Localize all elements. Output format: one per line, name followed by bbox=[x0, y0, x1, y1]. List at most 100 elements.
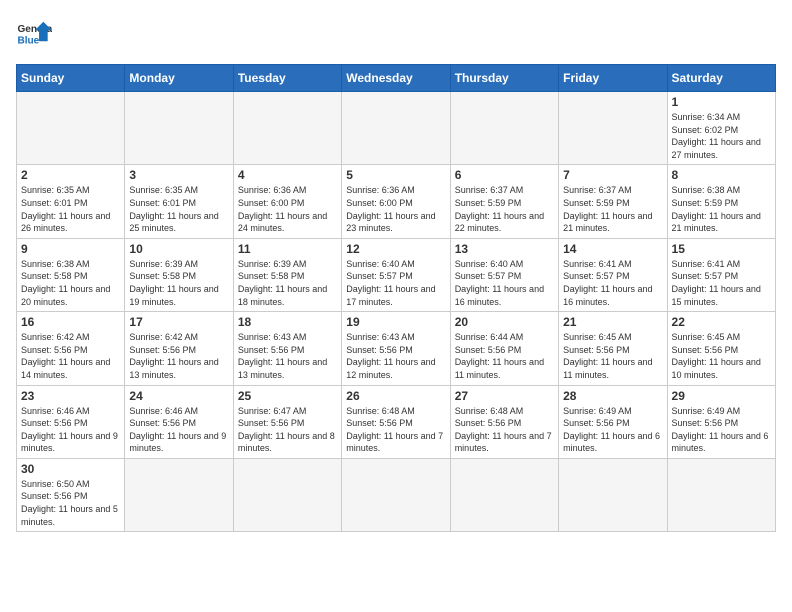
day-info: Sunrise: 6:40 AM Sunset: 5:57 PM Dayligh… bbox=[346, 258, 445, 308]
day-info: Sunrise: 6:39 AM Sunset: 5:58 PM Dayligh… bbox=[129, 258, 228, 308]
calendar-cell bbox=[450, 92, 558, 165]
calendar-cell: 30 Sunrise: 6:50 AM Sunset: 5:56 PM Dayli… bbox=[17, 458, 125, 531]
header: General Blue bbox=[16, 16, 776, 52]
calendar-cell bbox=[17, 92, 125, 165]
day-info: Sunrise: 6:46 AM Sunset: 5:56 PM Dayligh… bbox=[21, 405, 120, 455]
weekday-header-wednesday: Wednesday bbox=[342, 65, 450, 92]
day-info: Sunrise: 6:49 AM Sunset: 5:56 PM Dayligh… bbox=[563, 405, 662, 455]
week-row-5: 23 Sunrise: 6:46 AM Sunset: 5:56 PM Dayli… bbox=[17, 385, 776, 458]
calendar-cell: 2 Sunrise: 6:35 AM Sunset: 6:01 PM Daylig… bbox=[17, 165, 125, 238]
weekday-header-tuesday: Tuesday bbox=[233, 65, 341, 92]
day-number: 5 bbox=[346, 168, 445, 182]
day-number: 12 bbox=[346, 242, 445, 256]
calendar-cell bbox=[233, 458, 341, 531]
calendar-cell: 6 Sunrise: 6:37 AM Sunset: 5:59 PM Daylig… bbox=[450, 165, 558, 238]
day-info: Sunrise: 6:45 AM Sunset: 5:56 PM Dayligh… bbox=[672, 331, 771, 381]
day-info: Sunrise: 6:42 AM Sunset: 5:56 PM Dayligh… bbox=[129, 331, 228, 381]
logo: General Blue bbox=[16, 16, 52, 52]
day-info: Sunrise: 6:45 AM Sunset: 5:56 PM Dayligh… bbox=[563, 331, 662, 381]
calendar-cell: 10Sunrise: 6:39 AM Sunset: 5:58 PM Dayli… bbox=[125, 238, 233, 311]
day-number: 7 bbox=[563, 168, 662, 182]
day-info: Sunrise: 6:41 AM Sunset: 5:57 PM Dayligh… bbox=[563, 258, 662, 308]
calendar-cell bbox=[233, 92, 341, 165]
day-info: Sunrise: 6:35 AM Sunset: 6:01 PM Dayligh… bbox=[21, 184, 120, 234]
day-number: 3 bbox=[129, 168, 228, 182]
day-info: Sunrise: 6:50 AM Sunset: 5:56 PM Dayligh… bbox=[21, 478, 120, 528]
calendar-cell bbox=[125, 92, 233, 165]
day-number: 27 bbox=[455, 389, 554, 403]
calendar-cell: 13 Sunrise: 6:40 AM Sunset: 5:57 PM Dayli… bbox=[450, 238, 558, 311]
week-row-1: 1 Sunrise: 6:34 AM Sunset: 6:02 PM Daylig… bbox=[17, 92, 776, 165]
day-number: 15 bbox=[672, 242, 771, 256]
day-info: Sunrise: 6:48 AM Sunset: 5:56 PM Dayligh… bbox=[455, 405, 554, 455]
day-number: 2 bbox=[21, 168, 120, 182]
day-info: Sunrise: 6:42 AM Sunset: 5:56 PM Dayligh… bbox=[21, 331, 120, 381]
logo-icon: General Blue bbox=[16, 16, 52, 52]
day-number: 14 bbox=[563, 242, 662, 256]
calendar-cell: 29Sunrise: 6:49 AM Sunset: 5:56 PM Dayli… bbox=[667, 385, 775, 458]
calendar-cell: 15 Sunrise: 6:41 AM Sunset: 5:57 PM Dayli… bbox=[667, 238, 775, 311]
calendar-cell: 20 Sunrise: 6:44 AM Sunset: 5:56 PM Dayli… bbox=[450, 312, 558, 385]
calendar-cell: 23 Sunrise: 6:46 AM Sunset: 5:56 PM Dayli… bbox=[17, 385, 125, 458]
day-info: Sunrise: 6:40 AM Sunset: 5:57 PM Dayligh… bbox=[455, 258, 554, 308]
day-number: 22 bbox=[672, 315, 771, 329]
day-number: 20 bbox=[455, 315, 554, 329]
calendar-cell: 21Sunrise: 6:45 AM Sunset: 5:56 PM Dayli… bbox=[559, 312, 667, 385]
calendar-cell: 11Sunrise: 6:39 AM Sunset: 5:58 PM Dayli… bbox=[233, 238, 341, 311]
day-number: 28 bbox=[563, 389, 662, 403]
day-number: 30 bbox=[21, 462, 120, 476]
calendar-cell bbox=[559, 458, 667, 531]
day-number: 25 bbox=[238, 389, 337, 403]
day-number: 1 bbox=[672, 95, 771, 109]
day-info: Sunrise: 6:41 AM Sunset: 5:57 PM Dayligh… bbox=[672, 258, 771, 308]
calendar-cell: 7 Sunrise: 6:37 AM Sunset: 5:59 PM Daylig… bbox=[559, 165, 667, 238]
day-number: 24 bbox=[129, 389, 228, 403]
calendar-cell: 9Sunrise: 6:38 AM Sunset: 5:58 PM Daylig… bbox=[17, 238, 125, 311]
day-info: Sunrise: 6:35 AM Sunset: 6:01 PM Dayligh… bbox=[129, 184, 228, 234]
calendar-cell bbox=[667, 458, 775, 531]
calendar-cell bbox=[125, 458, 233, 531]
weekday-header-monday: Monday bbox=[125, 65, 233, 92]
calendar-cell: 17 Sunrise: 6:42 AM Sunset: 5:56 PM Dayli… bbox=[125, 312, 233, 385]
calendar-cell: 16 Sunrise: 6:42 AM Sunset: 5:56 PM Dayli… bbox=[17, 312, 125, 385]
calendar-cell: 22 Sunrise: 6:45 AM Sunset: 5:56 PM Dayli… bbox=[667, 312, 775, 385]
day-info: Sunrise: 6:34 AM Sunset: 6:02 PM Dayligh… bbox=[672, 111, 771, 161]
weekday-header-row: SundayMondayTuesdayWednesdayThursdayFrid… bbox=[17, 65, 776, 92]
calendar-cell bbox=[450, 458, 558, 531]
calendar-cell: 28 Sunrise: 6:49 AM Sunset: 5:56 PM Dayli… bbox=[559, 385, 667, 458]
week-row-4: 16 Sunrise: 6:42 AM Sunset: 5:56 PM Dayli… bbox=[17, 312, 776, 385]
day-number: 13 bbox=[455, 242, 554, 256]
day-info: Sunrise: 6:36 AM Sunset: 6:00 PM Dayligh… bbox=[238, 184, 337, 234]
day-number: 17 bbox=[129, 315, 228, 329]
calendar-cell: 18Sunrise: 6:43 AM Sunset: 5:56 PM Dayli… bbox=[233, 312, 341, 385]
day-info: Sunrise: 6:43 AM Sunset: 5:56 PM Dayligh… bbox=[346, 331, 445, 381]
day-info: Sunrise: 6:36 AM Sunset: 6:00 PM Dayligh… bbox=[346, 184, 445, 234]
calendar-cell: 5 Sunrise: 6:36 AM Sunset: 6:00 PM Daylig… bbox=[342, 165, 450, 238]
week-row-3: 9Sunrise: 6:38 AM Sunset: 5:58 PM Daylig… bbox=[17, 238, 776, 311]
day-number: 4 bbox=[238, 168, 337, 182]
day-number: 16 bbox=[21, 315, 120, 329]
day-info: Sunrise: 6:48 AM Sunset: 5:56 PM Dayligh… bbox=[346, 405, 445, 455]
svg-text:Blue: Blue bbox=[17, 35, 39, 46]
day-info: Sunrise: 6:37 AM Sunset: 5:59 PM Dayligh… bbox=[563, 184, 662, 234]
calendar-cell bbox=[342, 458, 450, 531]
day-info: Sunrise: 6:46 AM Sunset: 5:56 PM Dayligh… bbox=[129, 405, 228, 455]
calendar-cell: 14 Sunrise: 6:41 AM Sunset: 5:57 PM Dayli… bbox=[559, 238, 667, 311]
day-info: Sunrise: 6:44 AM Sunset: 5:56 PM Dayligh… bbox=[455, 331, 554, 381]
calendar-cell bbox=[559, 92, 667, 165]
day-info: Sunrise: 6:37 AM Sunset: 5:59 PM Dayligh… bbox=[455, 184, 554, 234]
day-info: Sunrise: 6:38 AM Sunset: 5:59 PM Dayligh… bbox=[672, 184, 771, 234]
calendar-cell: 3 Sunrise: 6:35 AM Sunset: 6:01 PM Daylig… bbox=[125, 165, 233, 238]
week-row-6: 30 Sunrise: 6:50 AM Sunset: 5:56 PM Dayli… bbox=[17, 458, 776, 531]
day-number: 23 bbox=[21, 389, 120, 403]
day-number: 26 bbox=[346, 389, 445, 403]
day-number: 8 bbox=[672, 168, 771, 182]
calendar-cell: 12 Sunrise: 6:40 AM Sunset: 5:57 PM Dayli… bbox=[342, 238, 450, 311]
day-info: Sunrise: 6:38 AM Sunset: 5:58 PM Dayligh… bbox=[21, 258, 120, 308]
calendar-cell: 26 Sunrise: 6:48 AM Sunset: 5:56 PM Dayli… bbox=[342, 385, 450, 458]
calendar-cell: 24 Sunrise: 6:46 AM Sunset: 5:56 PM Dayli… bbox=[125, 385, 233, 458]
day-number: 6 bbox=[455, 168, 554, 182]
week-row-2: 2 Sunrise: 6:35 AM Sunset: 6:01 PM Daylig… bbox=[17, 165, 776, 238]
day-number: 18 bbox=[238, 315, 337, 329]
calendar-cell: 25Sunrise: 6:47 AM Sunset: 5:56 PM Dayli… bbox=[233, 385, 341, 458]
